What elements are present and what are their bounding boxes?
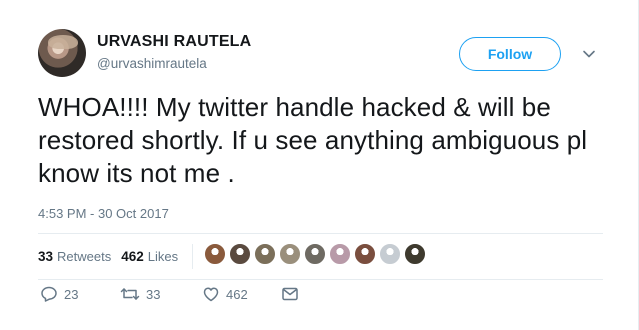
retweet-icon (120, 288, 140, 300)
liker-avatar[interactable] (304, 243, 326, 265)
likes-stat[interactable]: 462 Likes (121, 249, 178, 264)
follow-button[interactable]: Follow (459, 37, 561, 71)
liker-avatar[interactable] (379, 243, 401, 265)
tweet-text: WHOA!!!! My twitter handle hacked & will… (38, 92, 588, 188)
liker-avatar[interactable] (354, 243, 376, 265)
retweets-stat[interactable]: 33 Retweets (38, 249, 111, 264)
envelope-icon (282, 287, 298, 301)
engagement-stats: 33 Retweets 462 Likes (38, 249, 188, 264)
reply-count: 23 (64, 286, 79, 302)
liker-avatar[interactable] (279, 243, 301, 265)
liker-avatar[interactable] (204, 243, 226, 265)
likers-avatar-list (204, 243, 429, 265)
user-display-name[interactable]: URVASHI RAUTELA (97, 33, 251, 51)
retweet-button[interactable]: 33 (120, 285, 160, 303)
divider (38, 233, 603, 234)
like-button[interactable]: 462 (202, 285, 248, 303)
liker-avatar[interactable] (404, 243, 426, 265)
retweet-count: 33 (146, 286, 161, 302)
user-avatar[interactable] (38, 29, 86, 77)
retweets-label: Retweets (57, 249, 112, 264)
liker-avatar[interactable] (254, 243, 276, 265)
likes-count: 462 (121, 249, 144, 264)
retweets-count: 33 (38, 249, 54, 264)
reply-button[interactable]: 23 (40, 285, 78, 303)
like-count: 462 (226, 286, 248, 302)
reply-icon (41, 286, 57, 302)
heart-icon (203, 287, 219, 302)
stats-divider (192, 244, 193, 269)
user-handle[interactable]: @urvashimrautela (97, 56, 207, 71)
direct-message-button[interactable] (281, 285, 299, 303)
tweet-timestamp[interactable]: 4:53 PM - 30 Oct 2017 (38, 206, 169, 221)
liker-avatar[interactable] (329, 243, 351, 265)
likes-label: Likes (147, 249, 179, 264)
liker-avatar[interactable] (229, 243, 251, 265)
divider (38, 279, 603, 280)
tweet-card: URVASHI RAUTELA @urvashimrautela Follow … (0, 0, 639, 330)
chevron-down-icon[interactable] (582, 47, 596, 61)
